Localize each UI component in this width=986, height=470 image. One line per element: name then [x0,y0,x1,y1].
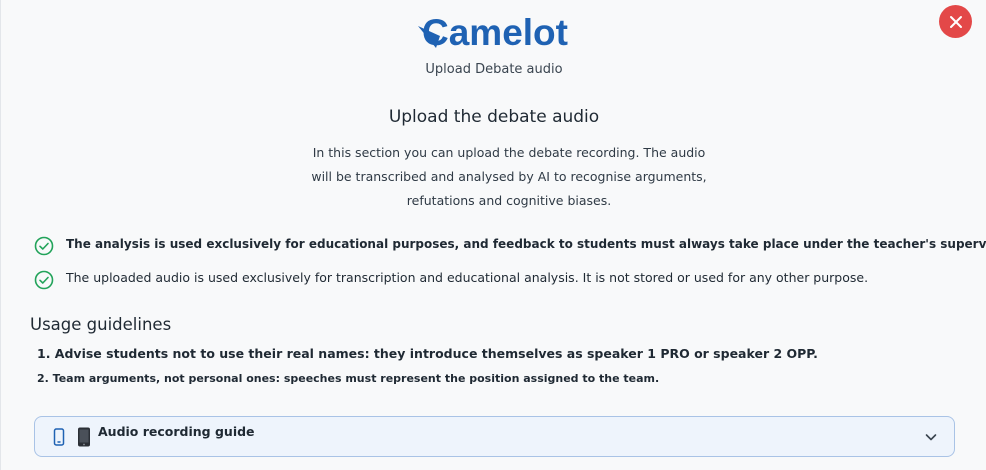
upload-intro: In this section you can upload the debat… [294,141,724,213]
camelot-logo: Camelot [418,12,568,53]
close-icon [949,15,962,28]
notice-text: The uploaded audio is used exclusively f… [66,270,869,285]
audio-recording-guide-accordion[interactable]: Audio recording guide [34,416,955,457]
chevron-down-icon [925,434,937,441]
intro-line: In this section you can upload the debat… [312,145,706,160]
accordion-label: Audio recording guide [98,424,255,439]
guideline-item: 2. Team arguments, not personal ones: sp… [37,372,660,385]
intro-line: will be transcribed and analysed by AI t… [311,169,707,184]
intro-line: refutations and cognitive biases. [406,193,612,208]
check-circle-icon [34,270,54,290]
guidelines-title: Usage guidelines [30,315,172,334]
mobile-phone-emoji-icon [78,427,90,447]
guideline-item: 1. Advise students not to use their real… [37,346,818,361]
notice-storage: The uploaded audio is used exclusively f… [34,269,964,290]
close-button[interactable] [939,5,972,38]
check-circle-icon [34,236,54,256]
modal-subtitle: Upload Debate audio [425,62,563,77]
upload-title: Upload the debate audio [388,107,600,127]
notice-educational: The analysis is used exclusively for edu… [34,235,986,256]
smartphone-icon [53,428,65,446]
notice-text: The analysis is used exclusively for edu… [66,237,986,251]
upload-modal: Camelot Upload Debate audio Upload the d… [0,0,986,470]
logo-text: Camelot [422,12,568,53]
